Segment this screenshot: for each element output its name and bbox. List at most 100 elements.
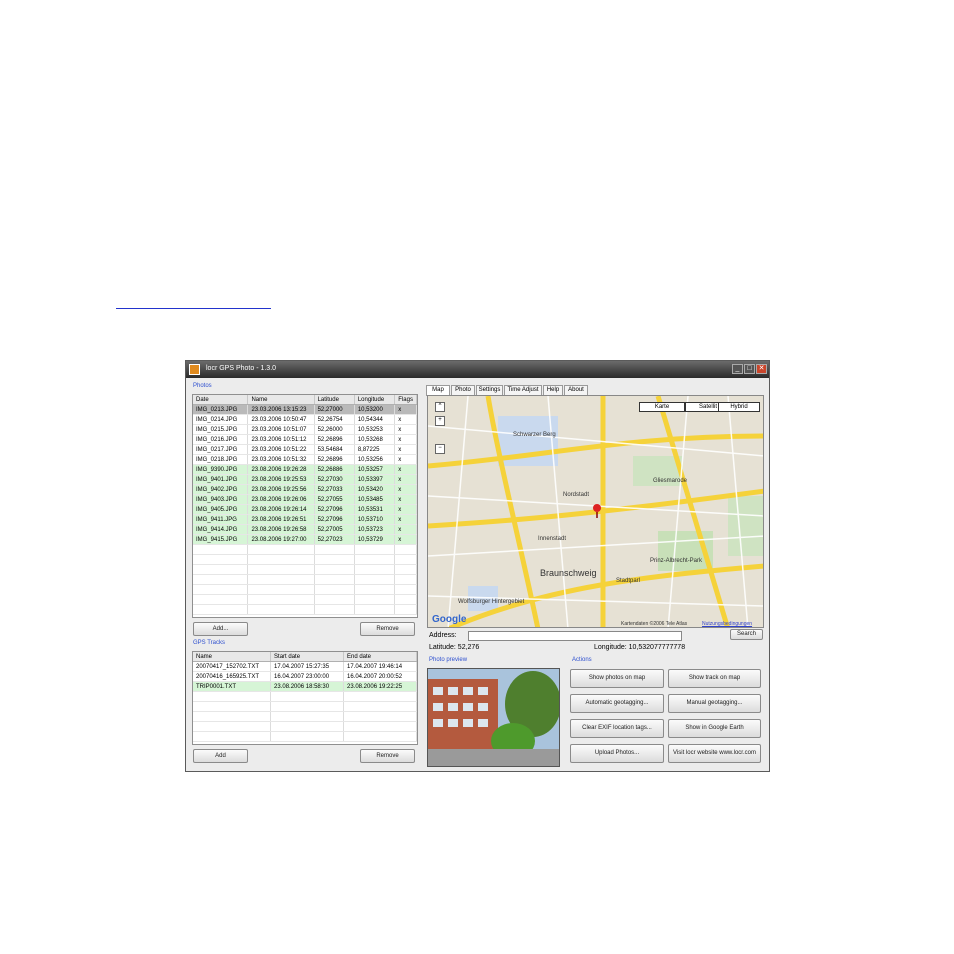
map-label-city: Braunschweig — [540, 568, 597, 578]
table-cell: 10,53531 — [354, 504, 396, 515]
column-header[interactable]: End date — [343, 652, 417, 662]
column-header[interactable]: Latitude — [314, 395, 355, 405]
empty-cell — [247, 544, 315, 555]
table-cell: IMG_9411.JPG — [193, 514, 249, 525]
map-label-nordstadt: Nordstadt — [563, 492, 590, 498]
table-row[interactable]: IMG_0213.JPG 23.03.2006 13:15:23 52,27000 1… — [193, 404, 417, 415]
empty-cell — [247, 604, 315, 615]
gps-tracks-group-label: GPS Tracks — [193, 640, 226, 646]
tab-help[interactable]: Help — [543, 385, 563, 395]
photo-preview-label: Photo preview — [429, 657, 468, 663]
show-track-on-map-button[interactable]: Show track on map — [668, 669, 761, 688]
table-row[interactable]: IMG_9414.JPG 23.08.2006 19:26:58 52,27005 1… — [193, 524, 417, 535]
table-cell: 20070417_152702.TXT — [193, 661, 272, 672]
show-in-google-earth-button[interactable]: Show in Google Earth — [668, 719, 761, 738]
minimize-icon[interactable]: _ — [732, 364, 743, 374]
table-row[interactable]: IMG_9401.JPG 23.08.2006 19:25:53 52,27030 1… — [193, 474, 417, 485]
tab-settings[interactable]: Settings — [476, 385, 503, 395]
top-link-underline[interactable] — [116, 308, 271, 309]
table-row[interactable]: IMG_9405.JPG 23.08.2006 19:26:14 52,27096 1… — [193, 504, 417, 515]
automatic-geotagging-button[interactable]: Automatic geotagging... — [570, 694, 664, 713]
search-button[interactable]: Search — [730, 629, 763, 640]
upload-photos-button[interactable]: Upload Photos... — [570, 744, 664, 763]
table-cell: x — [394, 474, 417, 485]
table-row[interactable]: IMG_9403.JPG 23.08.2006 19:26:06 52,27055 1… — [193, 494, 417, 505]
photos-table[interactable]: Date Name Latitude Longitude Flags IMG_0213.… — [192, 394, 418, 618]
column-header[interactable]: Name — [193, 652, 272, 662]
table-row[interactable]: TRIP0001.TXT 23.08.2006 18:58:30 23.08.200… — [193, 681, 417, 692]
add-track-button[interactable]: Add — [193, 749, 248, 763]
empty-row — [193, 544, 417, 555]
table-cell: 52,26896 — [314, 454, 355, 465]
table-row[interactable]: IMG_0214.JPG 23.03.2006 10:50:47 52,26754 1… — [193, 414, 417, 425]
empty-cell — [343, 731, 417, 742]
map-type-hybrid[interactable]: Hybrid — [718, 402, 760, 412]
remove-track-button[interactable]: Remove — [360, 749, 415, 763]
column-header[interactable]: Date — [193, 395, 249, 405]
table-cell: x — [394, 494, 417, 505]
app-window: locr GPS Photo - 1.3.0 _ □ ✕ Photos Date… — [185, 360, 770, 772]
empty-cell — [247, 594, 315, 605]
visit-locr-website-button[interactable]: Visit locr website www.locr.com — [668, 744, 761, 763]
table-row[interactable]: IMG_9402.JPG 23.08.2006 19:25:56 52,27033 1… — [193, 484, 417, 495]
table-row[interactable]: IMG_9415.JPG 23.08.2006 19:27:00 52,27023 1… — [193, 534, 417, 545]
table-row[interactable]: IMG_0215.JPG 23.03.2006 10:51:07 52,26000 1… — [193, 424, 417, 435]
empty-cell — [354, 584, 396, 595]
column-header[interactable]: Longitude — [354, 395, 396, 405]
manual-geotagging-button[interactable]: Manual geotagging... — [668, 694, 761, 713]
remove-photo-button[interactable]: Remove — [360, 622, 415, 636]
latitude-readout: Latitude: 52,276 — [429, 644, 480, 651]
zoom-out-icon[interactable]: − — [435, 444, 445, 454]
show-photos-on-map-button[interactable]: Show photos on map — [570, 669, 664, 688]
map-label-wolfsburger: Wolfsburger Hintergebiet — [458, 599, 525, 605]
gps-tracks-table[interactable]: Name Start date End date 20070417_152702.T… — [192, 651, 418, 745]
table-cell: 23.08.2006 19:25:53 — [247, 474, 315, 485]
table-cell: 23.03.2006 10:51:32 — [247, 454, 315, 465]
table-cell: IMG_0216.JPG — [193, 434, 249, 445]
empty-cell — [193, 721, 272, 732]
table-row[interactable]: IMG_9390.JPG 23.08.2006 19:26:28 52,26886 1… — [193, 464, 417, 475]
table-cell: IMG_0214.JPG — [193, 414, 249, 425]
add-photo-button[interactable]: Add... — [193, 622, 248, 636]
photo-preview-graphic — [428, 669, 559, 766]
table-cell: 10,53723 — [354, 524, 396, 535]
table-cell: 8,87225 — [354, 444, 396, 455]
empty-cell — [247, 574, 315, 585]
table-row[interactable]: IMG_9411.JPG 23.08.2006 19:26:51 52,27096 1… — [193, 514, 417, 525]
tab-time-adjust[interactable]: Time Adjust — [504, 385, 542, 395]
address-input[interactable] — [468, 631, 682, 641]
table-row[interactable]: IMG_0217.JPG 23.03.2006 10:51:22 53,54684 8… — [193, 444, 417, 455]
map-type-karte[interactable]: Karte — [639, 402, 685, 412]
clear-exif-button[interactable]: Clear EXIF location tags... — [570, 719, 664, 738]
pan-up-icon[interactable]: ^ — [435, 402, 445, 412]
tab-about[interactable]: About — [564, 385, 588, 395]
empty-cell — [354, 564, 396, 575]
maximize-icon[interactable]: □ — [744, 364, 755, 374]
empty-row — [193, 554, 417, 565]
empty-cell — [343, 711, 417, 722]
zoom-in-icon[interactable]: + — [435, 416, 445, 426]
table-row[interactable]: IMG_0218.JPG 23.03.2006 10:51:32 52,26896 1… — [193, 454, 417, 465]
table-cell: 23.08.2006 19:26:28 — [247, 464, 315, 475]
map-view[interactable]: ^ + − Karte Satellit Hybrid Schwarzer Be… — [427, 395, 764, 628]
table-row[interactable]: 20070417_152702.TXT 17.04.2007 15:27:35 17… — [193, 661, 417, 672]
empty-cell — [193, 711, 272, 722]
table-cell: 10,53200 — [354, 404, 396, 415]
table-cell: x — [394, 444, 417, 455]
table-cell: IMG_0213.JPG — [193, 404, 249, 415]
table-cell: 23.03.2006 10:51:22 — [247, 444, 315, 455]
terms-link[interactable]: Nutzungsbedingungen — [702, 621, 752, 627]
column-header[interactable]: Flags — [394, 395, 417, 405]
close-icon[interactable]: ✕ — [756, 364, 767, 374]
tab-photo[interactable]: Photo — [451, 385, 475, 395]
empty-cell — [354, 544, 396, 555]
column-header[interactable]: Name — [247, 395, 315, 405]
table-cell: IMG_9402.JPG — [193, 484, 249, 495]
empty-cell — [314, 574, 355, 585]
table-row[interactable]: IMG_0216.JPG 23.03.2006 10:51:12 52,26896 1… — [193, 434, 417, 445]
table-cell: 52,27005 — [314, 524, 355, 535]
column-header[interactable]: Start date — [270, 652, 344, 662]
empty-row — [193, 584, 417, 595]
table-cell: x — [394, 454, 417, 465]
table-row[interactable]: 20070416_165925.TXT 16.04.2007 23:00:00 16… — [193, 671, 417, 682]
